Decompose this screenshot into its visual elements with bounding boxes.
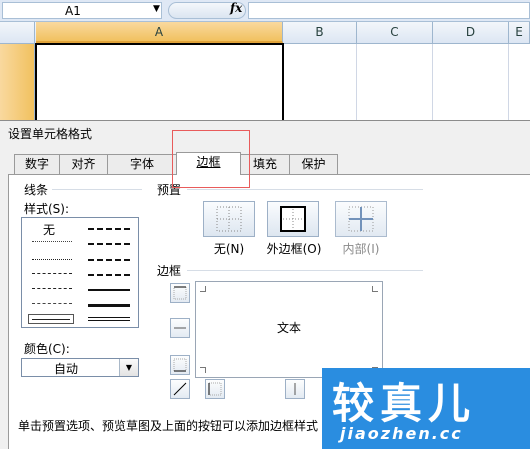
gridline — [356, 44, 357, 120]
color-label: 颜色(C): — [24, 342, 70, 356]
border-bottom-button[interactable] — [170, 355, 190, 375]
diagonal-up-icon — [173, 382, 187, 396]
name-box[interactable]: A1 ▼ — [2, 2, 162, 19]
column-header-a[interactable]: A — [36, 22, 283, 43]
name-box-value: A1 — [65, 4, 81, 18]
border-center-button[interactable] — [285, 379, 305, 399]
tab-protection[interactable]: 保护 — [289, 154, 338, 174]
instruction-text: 单击预置选项、预览草图及上面的按钮可以添加边框样式 — [18, 419, 319, 433]
preset-outline-button[interactable] — [267, 201, 319, 237]
tab-font[interactable]: 字体 — [107, 154, 177, 174]
corner-mark — [200, 286, 206, 292]
border-bottom-icon — [173, 358, 187, 372]
line-style-double[interactable] — [88, 317, 130, 321]
select-all-corner[interactable] — [0, 22, 35, 43]
line-style-hair[interactable] — [32, 241, 72, 242]
divider — [187, 189, 423, 190]
border-left-icon — [208, 382, 222, 396]
formula-bar: A1 ▼ fx — [0, 0, 530, 22]
line-style-none[interactable]: 无 — [43, 221, 55, 238]
border-top-icon — [173, 286, 187, 300]
column-header-b[interactable]: B — [283, 22, 357, 43]
line-style-medium-dash-dot-dot[interactable] — [88, 228, 130, 230]
line-style-dotted[interactable] — [32, 259, 72, 260]
formula-input[interactable] — [248, 2, 530, 19]
tab-strip: 数字 对齐 字体 边框 填充 保护 — [0, 152, 530, 175]
watermark-url: jiaozhen.cc — [340, 424, 463, 443]
divider — [52, 189, 142, 190]
line-style-dash-dot-dot[interactable] — [32, 273, 72, 274]
border-top-button[interactable] — [170, 283, 190, 303]
line-style-thin — [32, 319, 70, 320]
corner-mark — [372, 286, 378, 292]
line-style-medium-dash-dot[interactable] — [88, 259, 130, 261]
watermark-logo: 较真儿 jiaozhen.cc — [322, 368, 530, 449]
preset-outline-icon — [280, 206, 306, 232]
preset-none-button[interactable] — [203, 201, 255, 237]
fx-icon[interactable]: fx — [230, 1, 242, 15]
border-diagonal-up-button[interactable] — [170, 379, 190, 399]
gridline — [432, 44, 433, 120]
preset-none-label: 无(N) — [213, 242, 245, 256]
corner-mark — [200, 367, 206, 373]
line-style-thick[interactable] — [88, 304, 130, 307]
border-middle-button[interactable] — [170, 318, 190, 338]
chevron-down-icon[interactable]: ▼ — [119, 359, 138, 376]
line-style-slant-dash-dot[interactable] — [88, 243, 130, 245]
preset-inside-button[interactable] — [335, 201, 387, 237]
row-header[interactable] — [0, 44, 35, 120]
active-cell-a1[interactable] — [35, 43, 284, 123]
line-style-dashed[interactable] — [32, 303, 72, 304]
border-middle-icon — [174, 327, 186, 329]
divider — [187, 270, 423, 271]
line-style-medium-dashed[interactable] — [88, 274, 130, 276]
preset-inside-icon — [348, 206, 374, 232]
line-group-title: 线条 — [24, 183, 49, 197]
gridline — [508, 44, 509, 120]
style-label: 样式(S): — [24, 202, 70, 216]
watermark-text: 较真儿 — [332, 379, 477, 428]
preset-none-icon — [216, 206, 242, 232]
tab-number[interactable]: 数字 — [14, 154, 60, 174]
column-header-e[interactable]: E — [509, 22, 530, 43]
column-header-c[interactable]: C — [357, 22, 433, 43]
border-preview[interactable]: 文本 — [195, 281, 383, 378]
tab-alignment[interactable]: 对齐 — [59, 154, 108, 174]
preview-text: 文本 — [276, 321, 301, 335]
column-headers: A B C D E — [0, 22, 530, 44]
preset-inside-label: 内部(I) — [342, 242, 380, 256]
dialog-title: 设置单元格格式 — [8, 127, 93, 141]
preset-outline-label: 外边框(O) — [266, 242, 322, 256]
border-group-title: 边框 — [157, 264, 182, 278]
line-style-medium[interactable] — [88, 289, 130, 291]
highlight-box — [172, 130, 250, 188]
border-left-button[interactable] — [205, 379, 225, 399]
spreadsheet: A1 ▼ fx A B C D E — [0, 0, 530, 123]
line-style-list[interactable]: 无 — [21, 217, 139, 328]
border-vertical-icon — [294, 383, 296, 395]
column-header-d[interactable]: D — [433, 22, 509, 43]
color-value: 自动 — [54, 362, 79, 376]
color-dropdown[interactable]: 自动 ▼ — [21, 358, 139, 377]
chevron-down-icon[interactable]: ▼ — [153, 4, 160, 14]
line-style-dash-dot[interactable] — [32, 288, 72, 289]
